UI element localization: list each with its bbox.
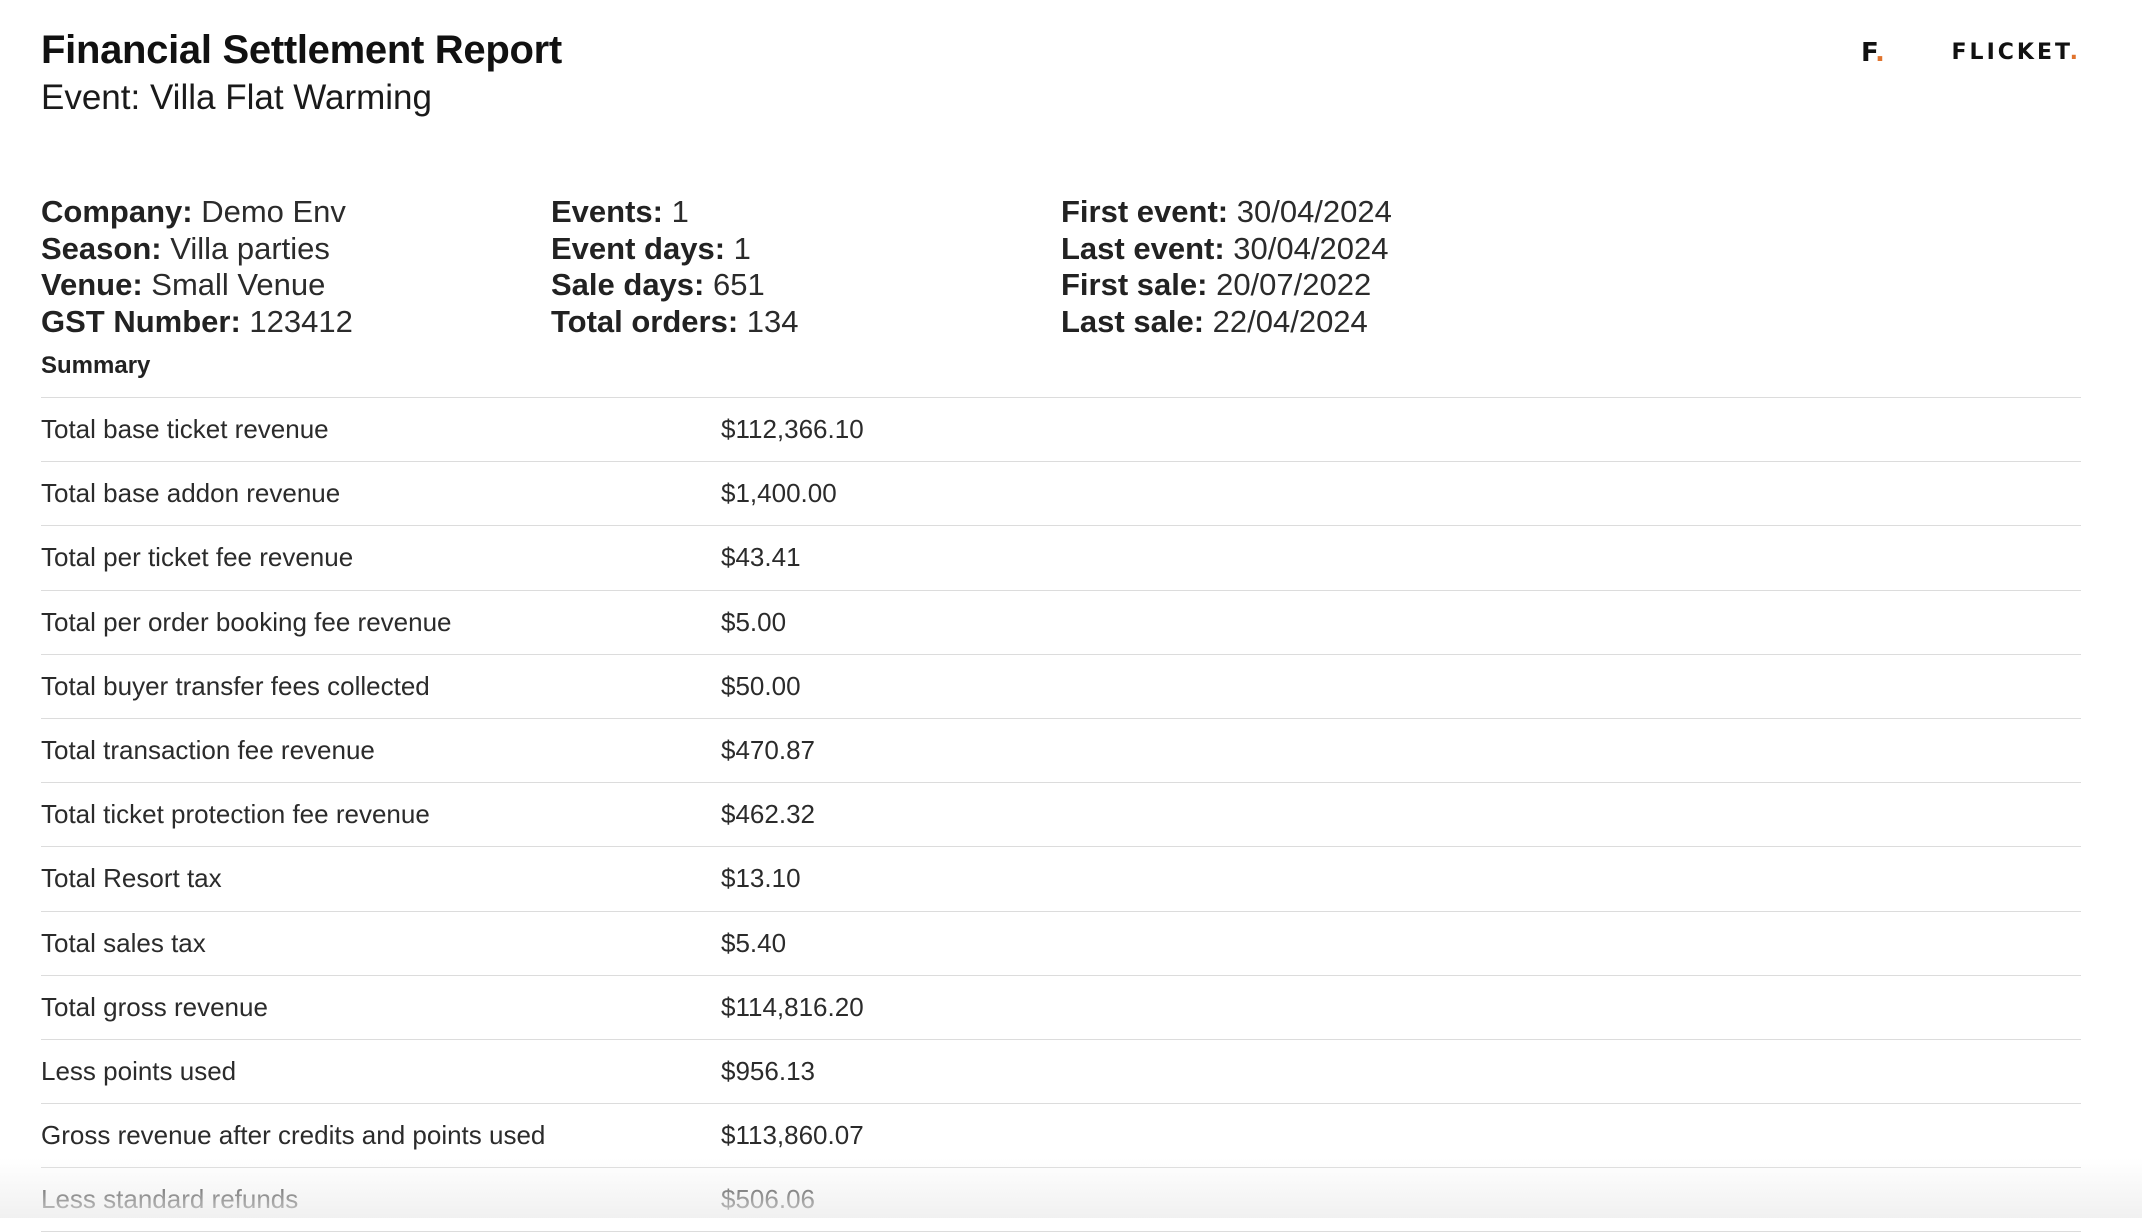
row-value: $462.32 <box>721 799 815 830</box>
meta-last-event-label: Last event: <box>1061 230 1225 266</box>
table-row: Total buyer transfer fees collected $50.… <box>41 655 2081 719</box>
meta-season-value: Villa parties <box>170 230 330 266</box>
meta-last-sale-label: Last sale: <box>1061 303 1205 339</box>
row-label: Total Resort tax <box>41 863 222 894</box>
row-label: Gross revenue after credits and points u… <box>41 1120 546 1151</box>
row-value: $112,366.10 <box>721 414 864 444</box>
meta-last-event: Last event: 30/04/2024 <box>1061 231 1392 268</box>
meta-season-label: Season: <box>41 230 162 266</box>
row-label: Total base addon revenue <box>41 478 341 509</box>
row-label: Total transaction fee revenue <box>41 734 375 765</box>
row-value: $470.87 <box>721 734 815 765</box>
logo-wordmark: FLICKET. <box>1952 40 2081 65</box>
row-value: $113,860.07 <box>721 1120 864 1151</box>
summary-heading: Summary <box>41 352 151 379</box>
event-name: Villa Flat Warming <box>149 78 432 117</box>
table-row: Less standard refunds $506.06 <box>41 1168 2081 1232</box>
row-label: Total per ticket fee revenue <box>41 542 354 573</box>
row-value: $506.06 <box>721 1184 815 1215</box>
logo-mark-letter: F <box>1861 38 1875 68</box>
meta-first-event-label: First event: <box>1061 194 1229 229</box>
row-value: $5.40 <box>721 927 787 958</box>
table-row: Less points used $956.13 <box>41 1040 2081 1105</box>
table-row: Total ticket protection fee revenue $462… <box>41 783 2081 848</box>
report-page: Financial Settlement Report Event: Villa… <box>41 0 2081 1232</box>
meta-season: Season: Villa parties <box>41 231 353 268</box>
table-row: Total Resort tax $13.10 <box>41 847 2081 912</box>
page-title: Financial Settlement Report <box>41 28 562 72</box>
row-label: Total ticket protection fee revenue <box>41 799 430 830</box>
meta-venue: Venue: Small Venue <box>41 267 353 304</box>
row-label: Total buyer transfer fees collected <box>41 670 430 701</box>
meta-first-sale-label: First sale: <box>1061 267 1208 302</box>
row-label: Total sales tax <box>41 927 206 958</box>
meta-event-days-value: 1 <box>733 230 751 266</box>
meta-events-label: Events: <box>551 194 663 229</box>
meta-last-sale-value: 22/04/2024 <box>1212 303 1368 339</box>
row-label: Total gross revenue <box>41 991 268 1022</box>
meta-first-event: First event: 30/04/2024 <box>1061 194 1392 231</box>
row-label: Total base ticket revenue <box>41 414 329 444</box>
table-row: Total base addon revenue $1,400.00 <box>41 462 2081 527</box>
meta-sale-days: Sale days: 651 <box>551 267 799 304</box>
meta-first-event-value: 30/04/2024 <box>1236 194 1392 229</box>
row-value: $13.10 <box>721 863 801 894</box>
meta-venue-value: Small Venue <box>151 267 326 302</box>
logo-mark-dot: . <box>1874 38 1885 68</box>
meta-column-dates: First event: 30/04/2024 Last event: 30/0… <box>1061 194 1392 340</box>
event-subtitle: Event: Villa Flat Warming <box>41 78 432 118</box>
meta-sale-days-value: 651 <box>713 267 765 302</box>
logo-mark-icon: F. <box>1861 38 1885 68</box>
logo-wordmark-text: FLICKET <box>1951 40 2070 65</box>
flicket-logo: F. FLICKET. <box>1861 38 2081 72</box>
meta-total-orders: Total orders: 134 <box>551 304 799 341</box>
meta-event-days-label: Event days: <box>551 230 726 266</box>
row-value: $50.00 <box>721 670 801 701</box>
meta-company: Company: Demo Env <box>41 194 353 231</box>
row-label: Total per order booking fee revenue <box>41 606 452 637</box>
event-label: Event: <box>41 78 141 117</box>
meta-total-orders-label: Total orders: <box>551 303 739 339</box>
meta-last-event-value: 30/04/2024 <box>1233 230 1389 266</box>
row-value: $1,400.00 <box>721 478 837 509</box>
row-value: $114,816.20 <box>721 991 864 1022</box>
meta-company-value: Demo Env <box>201 194 346 229</box>
table-row: Gross revenue after credits and points u… <box>41 1104 2081 1169</box>
meta-gst-number-value: 123412 <box>249 303 353 339</box>
meta-venue-label: Venue: <box>41 267 143 302</box>
meta-event-days: Event days: 1 <box>551 231 799 268</box>
row-value: $43.41 <box>721 542 801 573</box>
meta-first-sale: First sale: 20/07/2022 <box>1061 267 1392 304</box>
meta-column-organization: Company: Demo Env Season: Villa parties … <box>41 194 353 340</box>
meta-last-sale: Last sale: 22/04/2024 <box>1061 304 1392 341</box>
table-row: Total per ticket fee revenue $43.41 <box>41 526 2081 591</box>
meta-events: Events: 1 <box>551 194 799 231</box>
table-row: Total per order booking fee revenue $5.0… <box>41 591 2081 655</box>
table-row: Total transaction fee revenue $470.87 <box>41 719 2081 784</box>
meta-sale-days-label: Sale days: <box>551 267 705 302</box>
table-row: Total gross revenue $114,816.20 <box>41 976 2081 1040</box>
meta-gst-number: GST Number: 123412 <box>41 304 353 341</box>
meta-events-value: 1 <box>671 194 689 229</box>
row-label: Less points used <box>41 1055 237 1086</box>
meta-first-sale-value: 20/07/2022 <box>1216 267 1372 302</box>
row-value: $5.00 <box>721 606 787 637</box>
table-row: Total sales tax $5.40 <box>41 912 2081 976</box>
table-row: Total base ticket revenue $112,366.10 <box>41 398 2081 463</box>
row-value: $956.13 <box>721 1055 815 1086</box>
meta-total-orders-value: 134 <box>746 303 799 339</box>
logo-wordmark-dot: . <box>2069 40 2081 65</box>
meta-company-label: Company: <box>41 194 193 229</box>
summary-table: Total base ticket revenue $112,366.10 To… <box>41 397 2081 1232</box>
meta-column-counts: Events: 1 Event days: 1 Sale days: 651 T… <box>551 194 799 340</box>
row-label: Less standard refunds <box>41 1184 299 1215</box>
meta-gst-number-label: GST Number: <box>41 303 241 339</box>
